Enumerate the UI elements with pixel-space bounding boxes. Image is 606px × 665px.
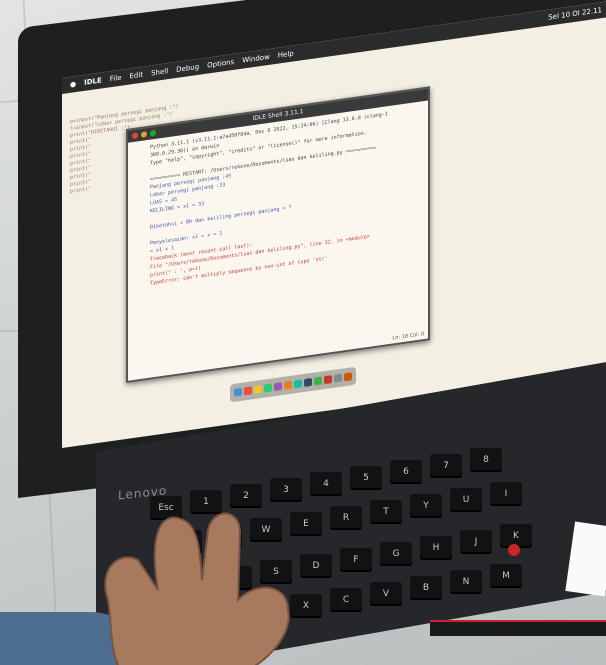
key-i[interactable]: I: [490, 482, 522, 506]
trackpoint[interactable]: [508, 544, 520, 556]
dock-app-icon[interactable]: [344, 372, 352, 382]
hand-shape: [104, 512, 290, 665]
key-8[interactable]: 8: [470, 448, 502, 472]
menu-help[interactable]: Help: [278, 49, 294, 59]
dock-app-icon[interactable]: [274, 382, 282, 392]
dock-app-icon[interactable]: [324, 375, 332, 385]
dock-app-icon[interactable]: [284, 380, 292, 390]
shell-status: Ln: 18 Col: 0: [392, 331, 424, 342]
close-window-icon[interactable]: [132, 132, 138, 140]
key-6[interactable]: 6: [390, 460, 422, 484]
dock-app-icon[interactable]: [244, 386, 252, 396]
minimize-window-icon[interactable]: [141, 131, 147, 138]
menu-app-name[interactable]: IDLE: [84, 76, 102, 86]
hand: [104, 512, 290, 665]
menu-status-right: Sel 10 Ol 22.11: [548, 6, 602, 22]
idle-shell-window[interactable]: IDLE Shell 3.11.1 Python 3.11.1 (v3.11.1…: [126, 86, 430, 384]
photo-scene: ● IDLE File Edit Shell Debug Options Win…: [0, 0, 606, 665]
key-m[interactable]: M: [490, 564, 522, 588]
menu-file[interactable]: File: [110, 74, 122, 84]
key-n[interactable]: N: [450, 570, 482, 594]
zoom-window-icon[interactable]: [150, 129, 156, 137]
key-5[interactable]: 5: [350, 466, 382, 490]
menu-shell[interactable]: Shell: [151, 67, 168, 77]
dock-app-icon[interactable]: [334, 373, 342, 383]
key-7[interactable]: 7: [430, 454, 462, 478]
menu-debug[interactable]: Debug: [176, 63, 199, 74]
dock-app-icon[interactable]: [304, 377, 312, 387]
dock-app-icon[interactable]: [314, 376, 322, 386]
key-j[interactable]: J: [460, 530, 492, 554]
menu-options[interactable]: Options: [207, 58, 234, 70]
key-u[interactable]: U: [450, 488, 482, 512]
menu-window[interactable]: Window: [242, 53, 270, 65]
dock-app-icon[interactable]: [264, 383, 272, 393]
dock-app-icon[interactable]: [254, 384, 262, 395]
dock-app-icon[interactable]: [294, 379, 302, 389]
trackpad-buttons[interactable]: [430, 620, 606, 636]
dock-app-icon[interactable]: [234, 387, 242, 397]
apple-icon[interactable]: ●: [70, 80, 76, 89]
mac-dock: [230, 366, 356, 403]
menu-edit[interactable]: Edit: [130, 71, 144, 81]
